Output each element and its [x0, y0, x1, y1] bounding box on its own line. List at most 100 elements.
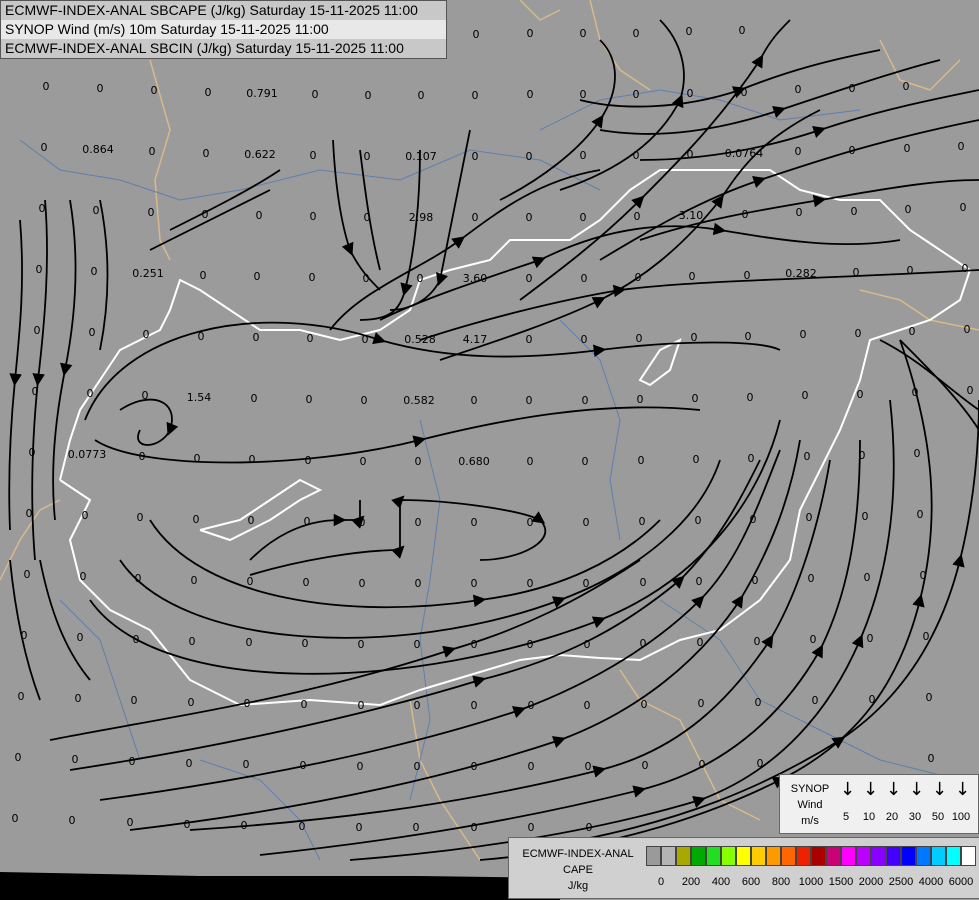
wind-legend-label-line: m/s: [801, 815, 819, 827]
map-value-label: 0: [808, 572, 815, 585]
map-value-label: 0: [304, 515, 311, 528]
map-value-label: 0: [193, 513, 200, 526]
map-value-label: 0: [32, 385, 39, 398]
map-value-label: 0: [582, 394, 589, 407]
map-value-label: 0: [853, 266, 860, 279]
map-value-label: 0: [186, 757, 193, 770]
map-value-label: 0: [586, 821, 593, 834]
map-value-label: 0: [184, 818, 191, 831]
cape-color-swatch: [871, 846, 886, 866]
map-value-label: 0: [471, 577, 478, 590]
cape-tick-label: 4000: [918, 876, 944, 888]
map-value-label: 0: [137, 511, 144, 524]
map-value-label: 0: [309, 271, 316, 284]
map-value-label: 0.622: [244, 148, 276, 161]
map-value-label: 0: [364, 211, 371, 224]
weather-map: 0 0 0 0 0.791 0 0 0 0 0 0 0 0 0 0 0 0 0 0.864 0 0 0.622 0 0 0.10…: [0, 0, 979, 900]
cape-color-swatch: [691, 846, 706, 866]
map-value-label: 0: [739, 24, 746, 37]
map-value-label: 0.528: [404, 333, 436, 346]
map-value-label: 0: [473, 28, 480, 41]
wind-speed-label: 30: [908, 811, 922, 823]
wind-arrow-icon: ↓: [955, 779, 971, 800]
cape-color-swatch: [766, 846, 781, 866]
map-value-label: 0: [69, 814, 76, 827]
map-value-label: 0: [302, 637, 309, 650]
map-value-label: 0: [741, 86, 748, 99]
map-value-label: 0: [365, 89, 372, 102]
map-value-label: 0: [135, 572, 142, 585]
map-value-label: 0: [361, 394, 368, 407]
map-value-label: 0: [417, 272, 424, 285]
cape-color-swatch: [856, 846, 871, 866]
map-value-label: 0: [301, 698, 308, 711]
wind-arrow-icon: ↓: [909, 779, 925, 800]
map-value-label: 0: [246, 636, 253, 649]
map-value-label: 0: [131, 694, 138, 707]
map-value-label: 0: [687, 87, 694, 100]
map-value-label: 0: [851, 205, 858, 218]
map-value-label: 0: [358, 699, 365, 712]
map-value-label: 0: [639, 515, 646, 528]
map-value-label: 0.791: [246, 87, 278, 100]
cape-color-swatch: [751, 846, 766, 866]
map-value-label: 0: [194, 452, 201, 465]
cape-color-swatch: [721, 846, 736, 866]
map-value-label: 0: [89, 326, 96, 339]
map-value-label: 0: [795, 83, 802, 96]
map-value-label: 0: [129, 755, 136, 768]
map-value-label: 0: [91, 265, 98, 278]
map-value-label: 0: [127, 816, 134, 829]
map-value-label: 0: [583, 577, 590, 590]
map-background: [0, 0, 979, 900]
map-value-label: 0: [687, 148, 694, 161]
map-value-label: 0: [471, 699, 478, 712]
map-value-label: 0: [812, 694, 819, 707]
map-value-label: 0: [471, 821, 478, 834]
map-value-label: 0: [635, 271, 642, 284]
map-value-label: 0: [251, 392, 258, 405]
map-value-label: 0: [528, 699, 535, 712]
map-value-label: 0: [912, 386, 919, 399]
cape-tick-label: 2000: [858, 876, 884, 888]
map-value-label: 0: [526, 394, 533, 407]
map-value-label: 0: [806, 511, 813, 524]
map-value-label: 0: [920, 569, 927, 582]
map-value-label: 0: [633, 149, 640, 162]
cape-tick-label: 400: [711, 876, 731, 888]
map-value-label: 0: [359, 516, 366, 529]
map-value-label: 0: [414, 760, 421, 773]
map-value-label: 0: [471, 394, 478, 407]
map-value-label: 0: [303, 576, 310, 589]
map-value-label: 0: [905, 203, 912, 216]
map-value-label: 0: [24, 568, 31, 581]
map-value-label: 0: [750, 513, 757, 526]
map-value-label: 0: [148, 206, 155, 219]
map-value-label: 0: [859, 449, 866, 462]
map-value-label: 0: [755, 696, 762, 709]
wind-legend-label: SYNOP Wind m/s: [784, 781, 836, 829]
cape-color-swatch: [826, 846, 841, 866]
map-value-label: 0: [583, 516, 590, 529]
map-value-label: 0: [696, 575, 703, 588]
map-value-label: 0: [641, 698, 648, 711]
map-value-label: 0: [415, 577, 422, 590]
map-value-label: 0: [472, 89, 479, 102]
map-value-label: 0: [191, 574, 198, 587]
map-value-label: 0: [305, 454, 312, 467]
map-value-label: 0: [580, 88, 587, 101]
map-value-label: 0: [698, 697, 705, 710]
map-value-label: 0: [527, 577, 534, 590]
map-value-label: 0: [527, 638, 534, 651]
map-value-label: 0: [581, 272, 588, 285]
map-value-label: 0: [312, 88, 319, 101]
map-value-label: 0: [527, 88, 534, 101]
map-value-label: 0: [909, 325, 916, 338]
map-value-label: 0: [253, 331, 260, 344]
map-value-label: 0: [36, 263, 43, 276]
map-value-label: 4.17: [463, 333, 488, 346]
map-value-label: 0: [526, 150, 533, 163]
map-value-label: 0: [747, 391, 754, 404]
map-value-label: 0: [904, 142, 911, 155]
map-value-label: 0: [580, 27, 587, 40]
